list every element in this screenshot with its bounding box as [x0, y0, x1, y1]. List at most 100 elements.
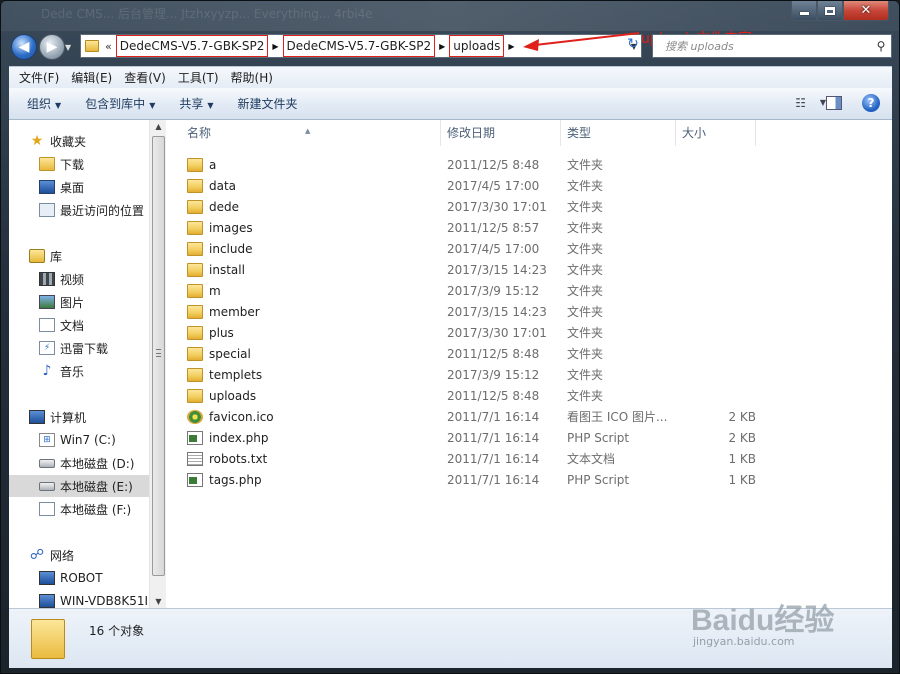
file-type: 文件夹 [567, 200, 604, 214]
nav-drive-e[interactable]: 本地磁盘 (E:) [9, 475, 149, 497]
nav-recent-places[interactable]: 最近访问的位置 [9, 199, 149, 221]
file-row[interactable]: favicon.ico 2011/7/1 16:14 看图王 ICO 图片... 2 … [169, 406, 892, 427]
file-name-cell: uploads [169, 388, 441, 403]
file-row[interactable]: a 2011/12/5 8:48 文件夹 [169, 154, 892, 175]
forward-button[interactable]: ▶ [39, 34, 65, 60]
file-row[interactable]: robots.txt 2011/7/1 16:14 文本文档 1 KB [169, 448, 892, 469]
breadcrumb-overflow[interactable]: « [105, 40, 112, 53]
library-icon [29, 249, 45, 263]
folder-icon [31, 619, 65, 659]
nav-network[interactable]: ☍ 网络 [9, 544, 149, 566]
nav-network-robot[interactable]: ROBOT [9, 567, 149, 589]
search-box[interactable]: 搜索 uploads ⚲ [652, 34, 892, 58]
nav-network-win[interactable]: WIN-VDB8K51I [9, 590, 149, 608]
file-row[interactable]: m 2017/3/9 15:12 文件夹 [169, 280, 892, 301]
file-name: templets [209, 367, 263, 382]
nav-label: 网络 [50, 548, 75, 563]
close-button[interactable]: ✕ [843, 1, 889, 21]
menu-edit[interactable]: 编辑(E) [65, 69, 118, 86]
nav-drive-d[interactable]: 本地磁盘 (D:) [9, 452, 149, 474]
scroll-down-icon[interactable]: ▼ [150, 597, 167, 606]
nav-thunder-downloads[interactable]: ⚡ 迅雷下载 [9, 337, 149, 359]
file-row[interactable]: data 2017/4/5 17:00 文件夹 [169, 175, 892, 196]
view-options-icon[interactable]: ☷ [795, 96, 806, 110]
breadcrumb-item[interactable]: DedeCMS-V5.7-GBK-SP2 [115, 35, 269, 57]
file-row[interactable]: member 2017/3/15 14:23 文件夹 [169, 301, 892, 322]
file-row[interactable]: images 2011/12/5 8:57 文件夹 [169, 217, 892, 238]
file-row[interactable]: install 2017/3/15 14:23 文件夹 [169, 259, 892, 280]
nav-videos[interactable]: 视频 [9, 268, 149, 290]
minimize-icon [799, 12, 809, 15]
new-folder-button[interactable]: 新建文件夹 [232, 95, 304, 112]
file-name-cell: member [169, 304, 441, 319]
search-input[interactable]: 搜索 uploads [665, 38, 871, 54]
menu-help[interactable]: 帮助(H) [225, 69, 279, 86]
file-name-cell: dede [169, 199, 441, 214]
image-file-icon [187, 409, 203, 424]
chevron-right-icon[interactable]: ▶ [508, 42, 514, 51]
column-header-date[interactable]: 修改日期 [441, 120, 561, 146]
menu-tools[interactable]: 工具(T) [172, 69, 225, 86]
breadcrumb-item-current[interactable]: uploads [449, 35, 505, 57]
file-type: 文件夹 [567, 242, 604, 256]
help-icon[interactable]: ? [862, 94, 880, 112]
chevron-right-icon[interactable]: ▶ [272, 42, 278, 51]
php-file-icon [187, 472, 203, 487]
search-icon[interactable]: ⚲ [871, 39, 891, 53]
file-row[interactable]: tags.php 2011/7/1 16:14 PHP Script 1 KB [169, 469, 892, 490]
organize-button[interactable]: 组织 ▼ [21, 95, 67, 112]
nav-documents[interactable]: 文档 [9, 314, 149, 336]
nav-computer[interactable]: 计算机 [9, 406, 149, 428]
column-header-type[interactable]: 类型 [561, 120, 676, 146]
background-window-titles: Dede CMS... 后台管理... Jtzhxyyzp... Everyth… [41, 7, 373, 21]
minimize-button[interactable] [791, 1, 817, 21]
share-button[interactable]: 共享 ▼ [173, 95, 219, 112]
maximize-button[interactable] [817, 1, 843, 21]
nav-label: 迅雷下载 [60, 341, 109, 356]
nav-scrollbar[interactable]: ▲ ▼ [149, 120, 166, 608]
nav-label: 图片 [60, 295, 85, 310]
file-row[interactable]: dede 2017/3/30 17:01 文件夹 [169, 196, 892, 217]
windows-drive-icon: ⊞ [39, 433, 55, 447]
nav-drive-c[interactable]: ⊞ Win7 (C:) [9, 429, 149, 451]
scrollbar-thumb[interactable] [152, 136, 165, 576]
recent-pages-dropdown[interactable]: ▼ [65, 43, 71, 52]
chevron-down-icon: ▼ [207, 101, 214, 110]
nav-music[interactable]: ♪ 音乐 [9, 360, 149, 382]
nav-label: 下载 [60, 157, 85, 172]
folder-icon [187, 304, 203, 319]
chevron-down-icon: ▼ [149, 101, 156, 110]
nav-drive-f[interactable]: 本地磁盘 (F:) [9, 498, 149, 520]
include-in-library-button[interactable]: 包含到库中 ▼ [79, 95, 161, 112]
breadcrumb-item[interactable]: DedeCMS-V5.7-GBK-SP2 [282, 35, 436, 57]
file-size: 1 KB [728, 472, 756, 487]
nav-pictures[interactable]: 图片 [9, 291, 149, 313]
nav-downloads[interactable]: 下载 [9, 153, 149, 175]
back-button[interactable]: ◀ [11, 34, 37, 60]
watermark: Baidu经验 jingyan.baidu.com [691, 595, 834, 648]
nav-favorites[interactable]: ★ 收藏夹 [9, 130, 149, 152]
star-icon: ★ [30, 133, 44, 149]
menu-file[interactable]: 文件(F) [13, 69, 65, 86]
file-date: 2011/7/1 16:14 [447, 409, 540, 424]
nav-libraries[interactable]: 库 [9, 245, 149, 267]
nav-desktop[interactable]: 桌面 [9, 176, 149, 198]
file-row[interactable]: uploads 2011/12/5 8:48 文件夹 [169, 385, 892, 406]
preview-pane-icon[interactable] [826, 96, 842, 110]
column-header-name[interactable]: 名称 ▲ [169, 120, 441, 146]
column-header-size[interactable]: 大小 [676, 120, 756, 146]
scroll-up-icon[interactable]: ▲ [150, 122, 167, 131]
drive-icon [39, 502, 55, 516]
file-row[interactable]: plus 2017/3/30 17:01 文件夹 [169, 322, 892, 343]
file-row[interactable]: templets 2017/3/9 15:12 文件夹 [169, 364, 892, 385]
file-row[interactable]: special 2011/12/5 8:48 文件夹 [169, 343, 892, 364]
folder-icon [187, 178, 203, 193]
file-row[interactable]: index.php 2011/7/1 16:14 PHP Script 2 KB [169, 427, 892, 448]
file-row[interactable]: include 2017/4/5 17:00 文件夹 [169, 238, 892, 259]
nav-label: 本地磁盘 (D:) [60, 456, 135, 471]
organize-label: 组织 [27, 97, 52, 111]
include-in-library-label: 包含到库中 [85, 97, 146, 111]
menu-view[interactable]: 查看(V) [118, 69, 172, 86]
chevron-right-icon[interactable]: ▶ [439, 42, 445, 51]
file-name: index.php [209, 430, 269, 445]
